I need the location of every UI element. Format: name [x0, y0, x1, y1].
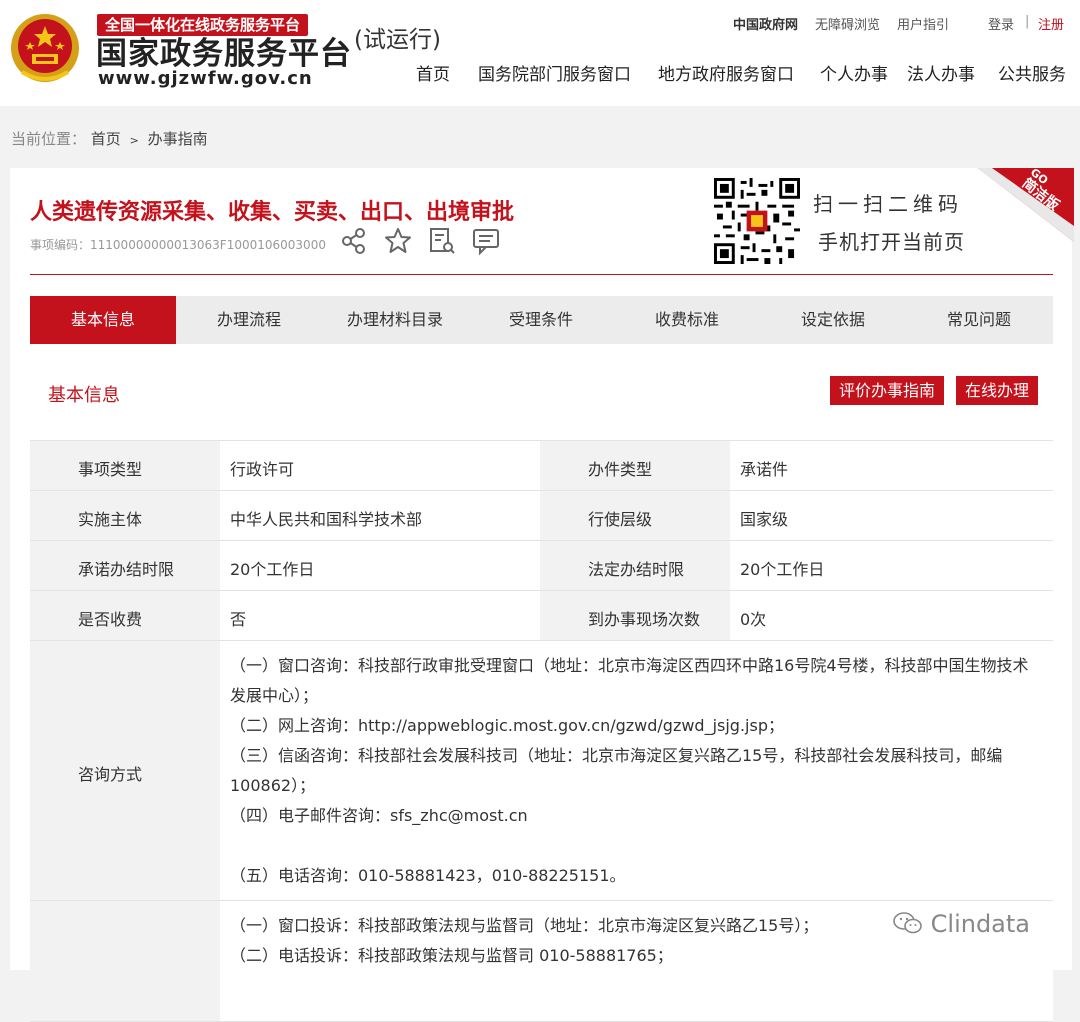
trial-label: (试运行)	[354, 27, 441, 53]
section-title: 基本信息	[48, 385, 120, 406]
qr-open-mobile-hint: 手机打开当前页	[818, 230, 965, 254]
clindata-watermark: Clindata	[893, 910, 1030, 938]
gov-link[interactable]: 中国政府网	[733, 14, 798, 33]
breadcrumb-arrow-icon: >	[129, 134, 139, 147]
consult-window: （一）窗口咨询：科技部行政审批受理窗口（地址：北京市海淀区西四环中路16号院4号…	[230, 656, 1029, 705]
online-handle-button[interactable]: 在线办理	[956, 376, 1039, 405]
register-link[interactable]: 注册	[1038, 14, 1064, 33]
row-label: 法定办结时限	[540, 541, 730, 590]
tab-basis[interactable]: 设定依据	[760, 296, 906, 344]
tab-materials[interactable]: 办理材料目录	[322, 296, 468, 344]
nav-personal-affairs[interactable]: 个人办事	[820, 60, 888, 85]
row-value: 否	[220, 591, 540, 640]
row-label: 事项类型	[30, 441, 220, 490]
item-code-value: 11100000000013063F1000106003000	[90, 238, 326, 252]
site-header: 全国一体化在线政务服务平台 国家政务服务平台 www.gjzwfw.gov.cn…	[0, 0, 1080, 106]
row-label: 咨询方式	[30, 641, 220, 900]
row-value: 0次	[730, 591, 1053, 640]
row-value: 中华人民共和国科学技术部	[220, 491, 540, 540]
site-logo-title[interactable]: 国家政务服务平台	[96, 36, 352, 72]
user-guide-link[interactable]: 用户指引	[897, 14, 949, 33]
consult-letter: （三）信函咨询：科技部社会发展科技司（地址：北京市海淀区复兴路乙15号，科技部社…	[230, 746, 1003, 795]
nav-public-services[interactable]: 公共服务	[998, 60, 1066, 85]
tab-process[interactable]: 办理流程	[176, 296, 322, 344]
row-label: 办件类型	[540, 441, 730, 490]
evaluate-guide-button[interactable]: 评价办事指南	[830, 376, 945, 405]
row-label	[30, 901, 220, 1021]
nav-state-council-departments[interactable]: 国务院部门服务窗口	[478, 60, 631, 85]
complaint-phone: （二）电话投诉：科技部政策法规与监督司 010-58881765；	[230, 946, 673, 965]
qr-code-icon	[714, 178, 800, 264]
guide-card: 人类遗传资源采集、收集、买卖、出口、出境审批 事项编码：111000000000…	[10, 168, 1074, 1022]
tab-fees[interactable]: 收费标准	[614, 296, 760, 344]
simple-version-badge[interactable]: GO 简洁版	[978, 168, 1074, 242]
item-code: 事项编码：11100000000013063F1000106003000	[30, 236, 326, 253]
row-value: 20个工作日	[730, 541, 1053, 590]
nav-local-government[interactable]: 地方政府服务窗口	[658, 60, 794, 85]
row-label: 是否收费	[30, 591, 220, 640]
site-url: www.gjzwfw.gov.cn	[98, 68, 313, 89]
table-row: 实施主体 中华人民共和国科学技术部 行使层级 国家级	[30, 491, 1053, 541]
breadcrumb-prefix: 当前位置：	[11, 130, 87, 148]
share-icon[interactable]	[340, 226, 368, 256]
document-search-icon[interactable]	[428, 226, 456, 256]
breadcrumb-current: 办事指南	[147, 130, 208, 148]
row-label: 实施主体	[30, 491, 220, 540]
row-label: 到办事现场次数	[540, 591, 730, 640]
qr-scan-hint: 扫一扫二维码	[813, 192, 963, 216]
login-link[interactable]: 登录	[988, 14, 1014, 33]
nav-corporate-affairs[interactable]: 法人办事	[907, 60, 975, 85]
row-value: 20个工作日	[220, 541, 540, 590]
page-title: 人类遗传资源采集、收集、买卖、出口、出境审批	[30, 200, 515, 225]
table-row: 事项类型 行政许可 办件类型 承诺件	[30, 441, 1053, 491]
consult-content: （一）窗口咨询：科技部行政审批受理窗口（地址：北京市海淀区西四环中路16号院4号…	[220, 641, 1053, 900]
breadcrumb: 当前位置： 首页 > 办事指南	[11, 128, 208, 149]
comment-icon[interactable]	[472, 226, 500, 256]
national-emblem-icon	[11, 14, 79, 82]
title-divider	[30, 274, 1053, 275]
tab-bar: 基本信息 办理流程 办理材料目录 受理条件 收费标准 设定依据 常见问题	[30, 296, 1053, 344]
row-label: 承诺办结时限	[30, 541, 220, 590]
tab-conditions[interactable]: 受理条件	[468, 296, 614, 344]
row-value: 承诺件	[730, 441, 1053, 490]
watermark-text: Clindata	[930, 910, 1031, 938]
star-icon[interactable]	[384, 226, 412, 256]
consult-online[interactable]: （二）网上咨询：http://appweblogic.most.gov.cn/g…	[220, 711, 1053, 741]
platform-banner: 全国一体化在线政务服务平台	[97, 14, 309, 36]
row-label: 行使层级	[540, 491, 730, 540]
table-row: 是否收费 否 到办事现场次数 0次	[30, 591, 1053, 641]
nav-home[interactable]: 首页	[416, 60, 450, 85]
consult-phone: （五）电话咨询：010-58881423，010-88225151。	[230, 866, 626, 885]
tab-basic-info[interactable]: 基本信息	[30, 296, 176, 344]
divider: |	[1025, 14, 1030, 29]
accessibility-link[interactable]: 无障碍浏览	[815, 14, 880, 33]
wechat-icon	[893, 912, 922, 934]
item-code-label: 事项编码：	[30, 238, 91, 252]
consult-row: 咨询方式 （一）窗口咨询：科技部行政审批受理窗口（地址：北京市海淀区西四环中路1…	[30, 641, 1053, 901]
tab-faq[interactable]: 常见问题	[906, 296, 1052, 344]
table-row: 承诺办结时限 20个工作日 法定办结时限 20个工作日	[30, 541, 1053, 591]
row-value: 国家级	[730, 491, 1053, 540]
consult-email[interactable]: （四）电子邮件咨询：sfs_zhc@most.cn	[220, 801, 1053, 831]
row-value: 行政许可	[220, 441, 540, 490]
breadcrumb-home[interactable]: 首页	[91, 130, 121, 148]
consult-spacer	[220, 831, 1053, 861]
